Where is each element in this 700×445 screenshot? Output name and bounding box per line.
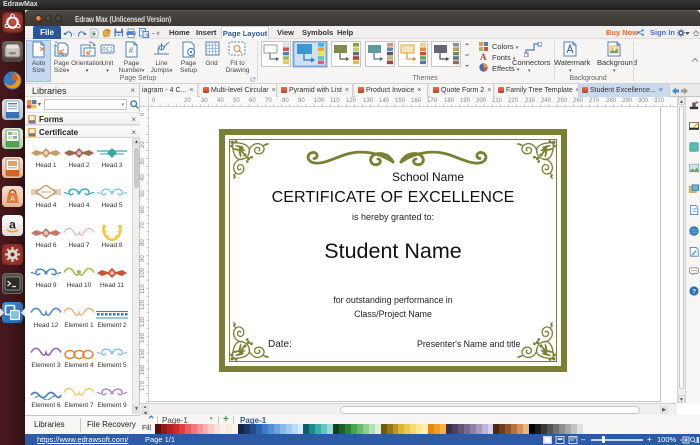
svg-text:A: A xyxy=(10,196,15,203)
svg-text:#: # xyxy=(129,46,134,55)
svg-text:a: a xyxy=(9,218,16,232)
svg-text:012: 012 xyxy=(102,47,113,54)
svg-text:?: ? xyxy=(692,288,696,295)
